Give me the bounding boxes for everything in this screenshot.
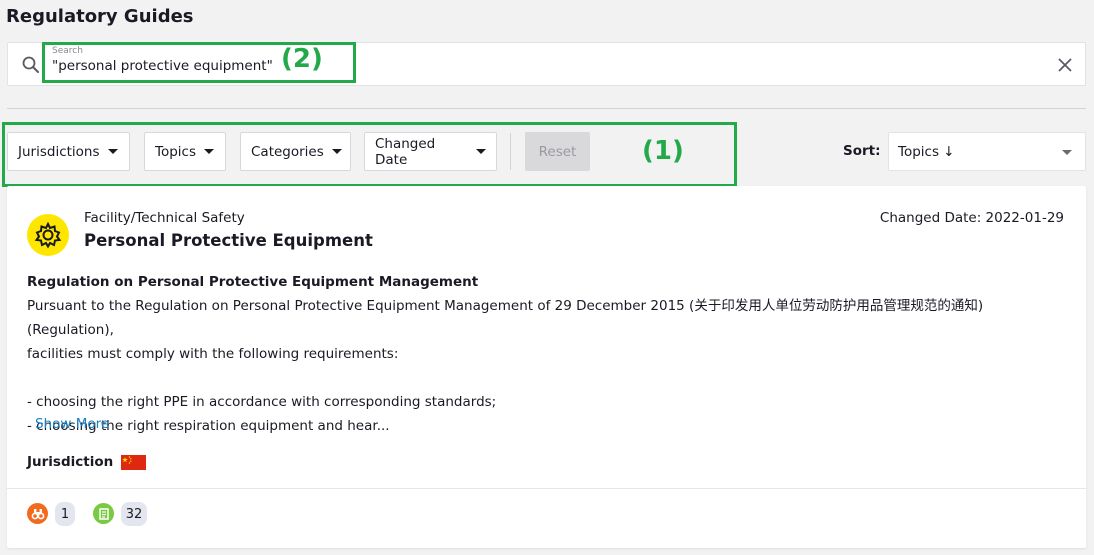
sort-label: Sort:	[843, 143, 881, 159]
result-body-line	[27, 366, 1067, 390]
divider	[7, 108, 1086, 109]
show-more-link[interactable]: Show More	[35, 416, 109, 432]
document-icon	[93, 503, 114, 524]
result-changed-date: Changed Date: 2022-01-29	[879, 210, 1064, 226]
result-body-line: - choosing the right PPE in accordance w…	[27, 394, 497, 410]
gear-icon	[27, 214, 69, 256]
annotation-label-search: (2)	[281, 44, 323, 74]
annotation-label-filters: (1)	[642, 136, 684, 166]
page-title: Regulatory Guides	[6, 6, 194, 27]
card-divider	[7, 488, 1086, 489]
search-icon	[22, 56, 39, 73]
result-body-line: facilities must comply with the followin…	[27, 346, 399, 362]
binoculars-count-badge: 1	[55, 502, 75, 526]
result-body-line: - choosing the right respiration equipme…	[27, 418, 390, 434]
result-card: Facility/Technical Safety Personal Prote…	[7, 186, 1086, 548]
close-icon[interactable]	[1057, 57, 1073, 73]
jurisdiction-label: Jurisdiction	[27, 454, 114, 470]
document-count-badge: 32	[121, 502, 147, 526]
result-body-line: Pursuant to the Regulation on Personal P…	[27, 298, 984, 338]
china-flag-icon	[121, 455, 146, 470]
result-category: Facility/Technical Safety	[84, 210, 245, 226]
result-body: Pursuant to the Regulation on Personal P…	[27, 294, 1067, 438]
result-subtitle: Regulation on Personal Protective Equipm…	[27, 274, 479, 290]
chevron-down-icon	[1062, 150, 1072, 155]
binoculars-icon	[27, 503, 48, 524]
sort-select[interactable]: Topics ↓	[888, 132, 1086, 171]
sort-value: Topics ↓	[898, 143, 955, 160]
result-title[interactable]: Personal Protective Equipment	[84, 231, 373, 250]
annotation-box-filters	[2, 122, 737, 187]
